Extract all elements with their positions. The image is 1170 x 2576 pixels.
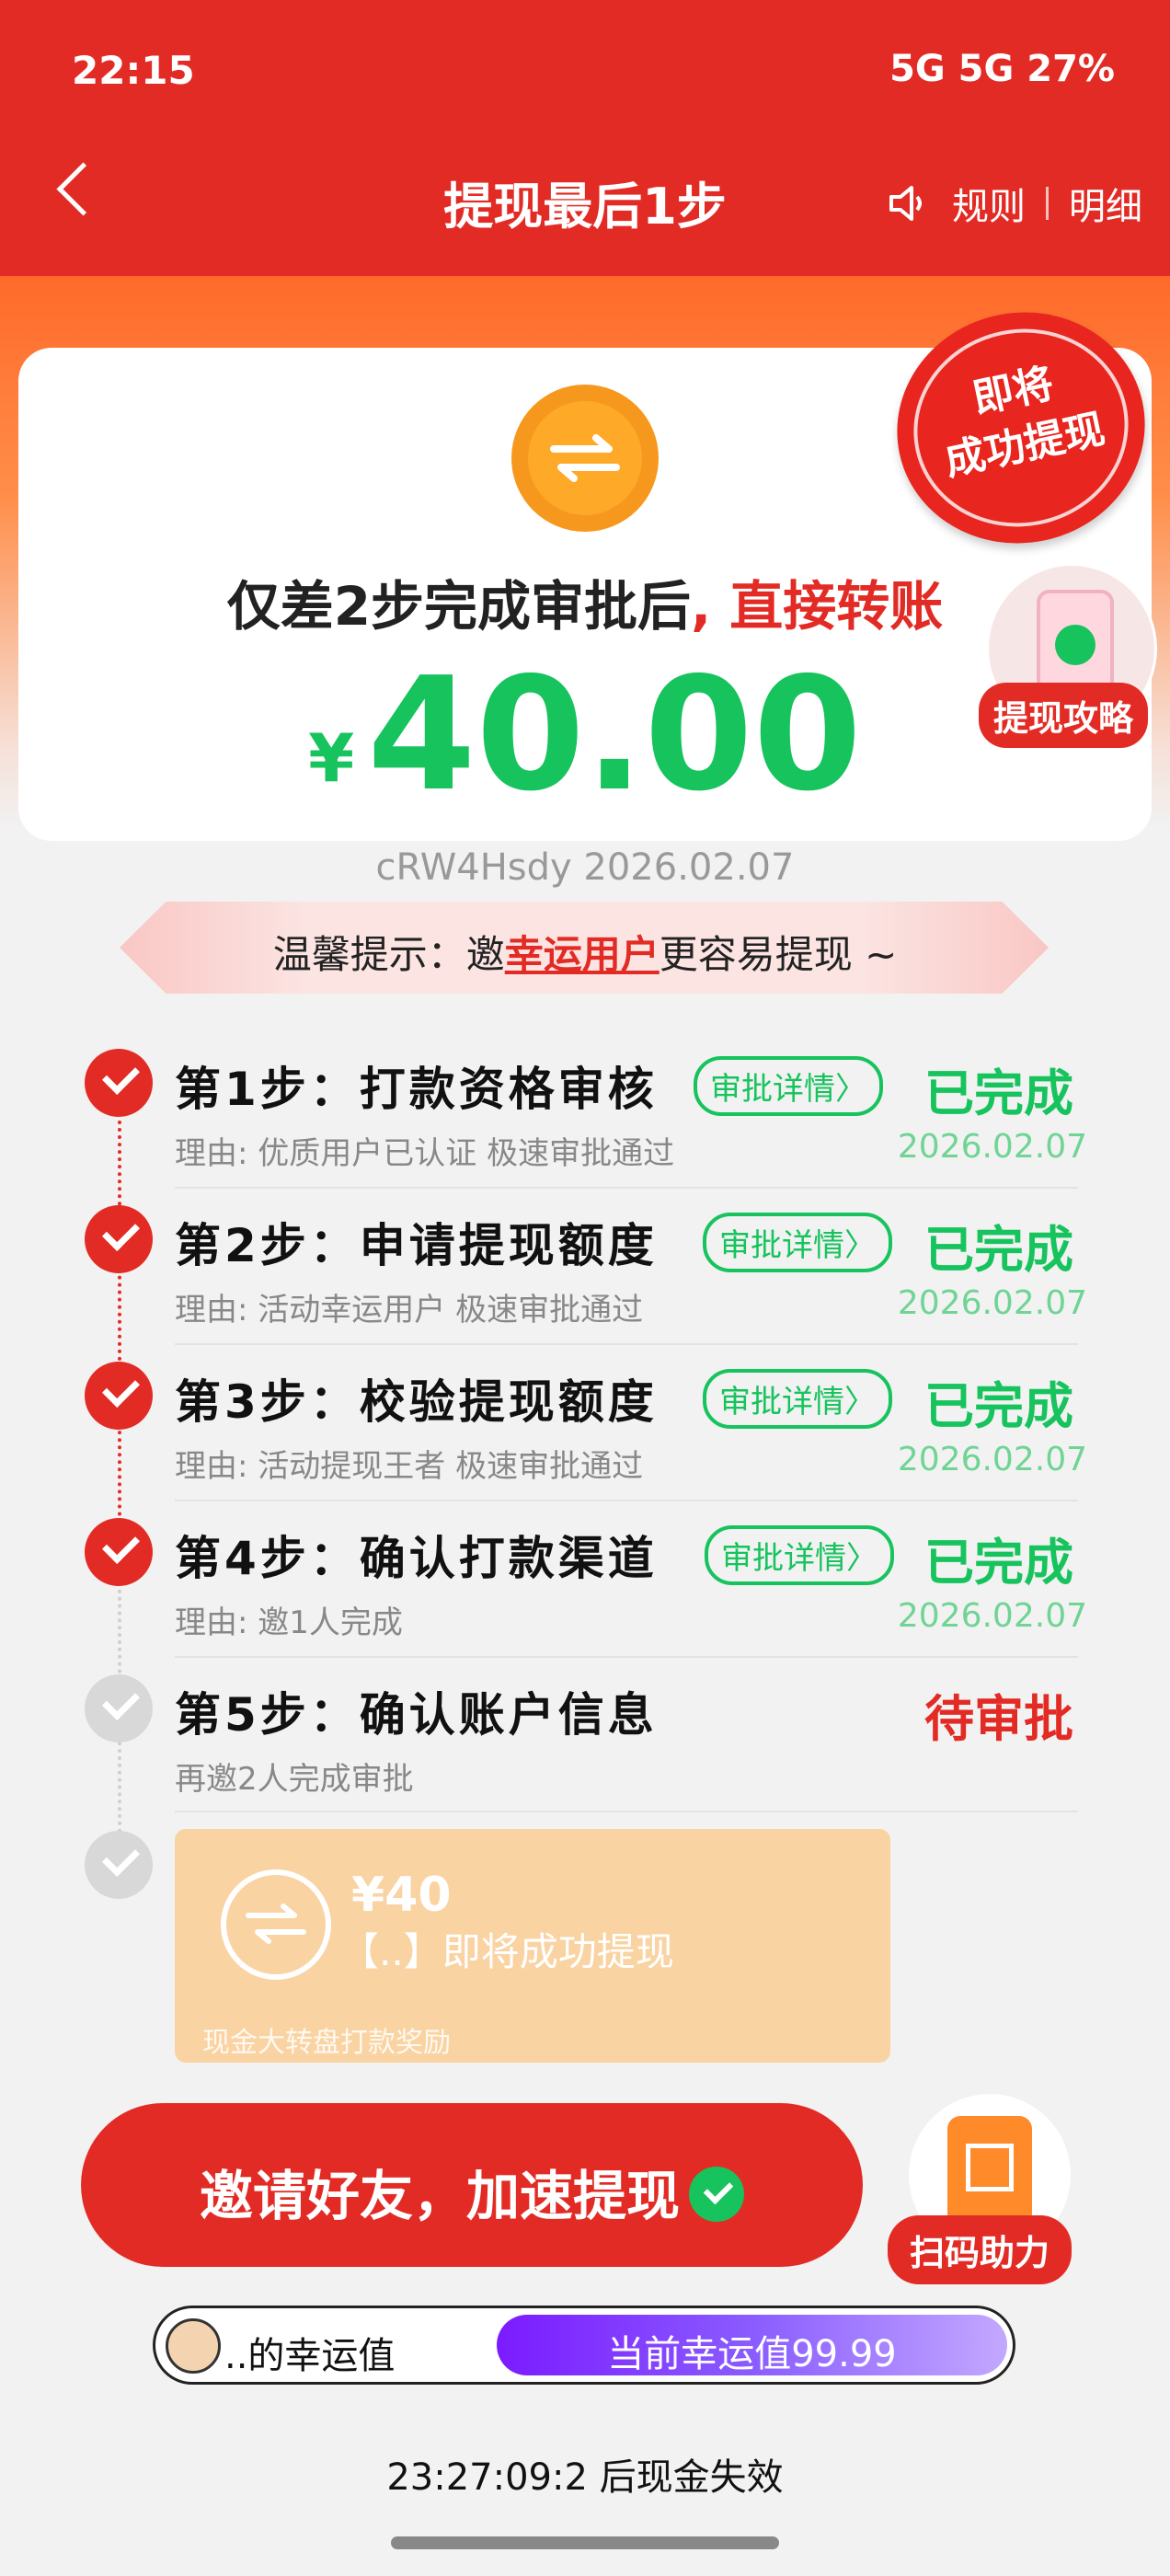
step-5-status: 待审批: [924, 1690, 1073, 1748]
timeline-line-done: [118, 1121, 121, 1516]
step-2-check-icon: [85, 1205, 153, 1273]
withdraw-guide-label[interactable]: 提现攻略: [979, 683, 1149, 748]
luck-value: 当前幸运值99.99: [607, 2333, 897, 2375]
approval-message-black: 仅差2步完成审批后: [226, 575, 692, 638]
step-1-check-icon: [85, 1049, 153, 1117]
step-5-reason: 再邀2人完成审批: [175, 1761, 414, 1798]
step-4-details-button[interactable]: 审批详情〉: [705, 1525, 894, 1585]
step-divider: [175, 1656, 1078, 1658]
luck-owner: ..的幸运值: [224, 2335, 396, 2377]
step-5-check-icon: [85, 1674, 153, 1742]
details-link[interactable]: 明细: [1069, 177, 1142, 230]
step-3-reason: 理由: 活动提现王者 极速审批通过: [175, 1448, 644, 1485]
hint-text: 温馨提示：邀幸运用户更容易提现 ~: [0, 924, 1170, 980]
cash-expiry-countdown: 23:27:09:2 后现金失效: [386, 2456, 784, 2499]
home-indicator[interactable]: [391, 2536, 779, 2549]
step-divider: [175, 1187, 1078, 1189]
status-indicators: 5G 5G 27%: [889, 48, 1115, 90]
step-1-reason: 理由: 优质用户已认证 极速审批通过: [175, 1135, 675, 1172]
step-2-status: 已完成: [924, 1221, 1073, 1279]
approval-message-red: , 直接转账: [691, 575, 944, 638]
currency-symbol: ¥: [308, 719, 355, 797]
speaker-icon[interactable]: [886, 180, 932, 226]
step-divider: [175, 1811, 1078, 1812]
reward-text: 【..】即将成功提现: [340, 1929, 674, 1974]
step-1-details-button[interactable]: 审批详情〉: [694, 1056, 883, 1116]
step-3-status: 已完成: [924, 1377, 1073, 1435]
avatar: [166, 2318, 221, 2374]
reward-footer: 现金大转盘打款奖励: [202, 2027, 451, 2059]
step-1-status: 已完成: [924, 1064, 1073, 1122]
step-3-title: 第3步：校验提现额度: [175, 1375, 658, 1429]
transfer-icon: [511, 385, 659, 532]
step-2-date: 2026.02.07: [897, 1284, 1087, 1322]
rules-link[interactable]: 规则: [952, 177, 1026, 230]
step-divider: [175, 1500, 1078, 1501]
reward-amount: ¥40: [351, 1868, 452, 1923]
amount-value: 40.00: [367, 644, 862, 826]
step-4-status: 已完成: [924, 1534, 1073, 1592]
step-3-details-button[interactable]: 审批详情〉: [703, 1369, 892, 1429]
step-4-reason: 理由: 邀1人完成: [175, 1604, 403, 1641]
step-1-date: 2026.02.07: [897, 1128, 1087, 1166]
hint-prefix: 温馨提示：邀: [272, 932, 505, 977]
invite-friends-label[interactable]: 邀请好友，加速提现: [81, 2153, 863, 2230]
final-check-icon: [85, 1831, 153, 1899]
reward-transfer-icon: [221, 1869, 331, 1980]
invite-friends-text: 邀请好友，加速提现: [199, 2165, 680, 2227]
step-3-date: 2026.02.07: [897, 1441, 1087, 1478]
lucky-user-link[interactable]: 幸运用户: [505, 932, 660, 977]
header-divider: [1046, 187, 1049, 220]
step-divider: [175, 1343, 1078, 1345]
header-actions: 规则 明细: [886, 177, 1142, 230]
user-code-date: cRW4Hsdy 2026.02.07: [375, 846, 795, 889]
step-4-title: 第4步：确认打款渠道: [175, 1532, 658, 1585]
step-2-details-button[interactable]: 审批详情〉: [703, 1213, 892, 1272]
scan-help-button[interactable]: 扫码助力: [888, 2215, 1072, 2284]
step-4-date: 2026.02.07: [897, 1597, 1087, 1635]
step-2-reason: 理由: 活动幸运用户 极速审批通过: [175, 1292, 644, 1328]
step-5-title: 第5步：确认账户信息: [175, 1688, 658, 1742]
status-time: 22:15: [72, 48, 195, 93]
step-4-check-icon: [85, 1518, 153, 1586]
wechat-icon: [689, 2167, 744, 2222]
qr-code-icon[interactable]: [947, 2116, 1032, 2226]
step-2-title: 第2步：申请提现额度: [175, 1219, 658, 1272]
hint-suffix: 更容易提现 ~: [659, 932, 898, 977]
step-3-check-icon: [85, 1362, 153, 1430]
step-1-title: 第1步：打款资格审核: [175, 1063, 658, 1116]
